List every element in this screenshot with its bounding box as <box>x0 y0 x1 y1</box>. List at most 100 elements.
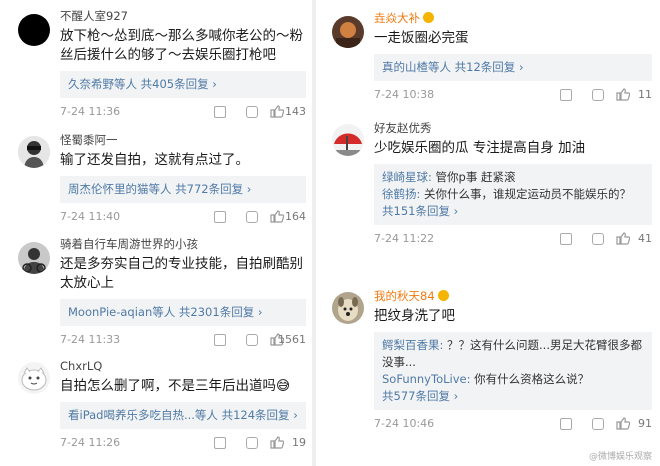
like-icon[interactable] <box>616 232 630 245</box>
like-count: 19 <box>292 436 306 449</box>
username[interactable]: 不醒人室927 <box>60 8 306 24</box>
username[interactable]: 骑着自行车周游世界的小孩 <box>60 236 306 252</box>
left-comment-column: 不醒人室927 放下枪～怂到底～那么多喊你老公的～粉丝后援什么的够了～去娱乐圈打… <box>8 0 308 466</box>
reply-summary[interactable]: 久奈希野等人 共405条回复 › <box>60 71 306 98</box>
share-icon[interactable] <box>560 89 572 101</box>
reply-user[interactable]: 鳄梨百香果: <box>382 338 443 352</box>
reply-icon[interactable] <box>246 106 258 118</box>
vip-badge-icon <box>423 12 434 23</box>
comment-text: 放下枪～怂到底～那么多喊你老公的～粉丝后援什么的够了～去娱乐圈打枪吧 <box>60 28 303 63</box>
reply-count-link[interactable]: 共577条回复 <box>382 389 450 403</box>
reply-summary-users[interactable]: 真的山楂等人 <box>382 60 451 74</box>
username[interactable]: ChxrLQ <box>60 358 306 374</box>
username-text[interactable]: 垚焱大补 <box>374 11 420 25</box>
reply-icon[interactable] <box>592 418 604 430</box>
avatar[interactable] <box>332 16 364 48</box>
avatar[interactable] <box>332 292 364 324</box>
reply-summary[interactable]: 真的山楂等人 共12条回复 › <box>374 54 652 81</box>
reply-summary[interactable]: 共151条回复 › <box>382 203 644 220</box>
reply-text: 管你p事 赶紧滚 <box>431 170 516 184</box>
chevron-right-icon: › <box>257 305 263 319</box>
reply-summary[interactable]: 看iPad喝养乐多吃自热...等人 共124条回复 › <box>60 402 306 429</box>
watermark: @微博娱乐观察 <box>588 452 652 462</box>
avatar[interactable] <box>18 242 50 274</box>
share-icon[interactable] <box>214 334 226 346</box>
like-icon[interactable] <box>616 88 630 101</box>
avatar[interactable] <box>18 362 50 394</box>
reply-item: SoFunnyToLive: 你有什么资格这么说？ <box>382 371 644 388</box>
reply-count-link[interactable]: 共124条回复 <box>222 408 290 422</box>
username[interactable]: 我的秋天84 <box>374 288 652 304</box>
reply-summary-users[interactable]: 久奈希野等人 <box>68 77 137 91</box>
chevron-right-icon: › <box>246 182 252 196</box>
reply-count-link[interactable]: 共151条回复 <box>382 204 450 218</box>
comment-time: 7-24 10:38 <box>374 88 435 101</box>
reply-text: 你有什么资格这么说？ <box>470 372 590 386</box>
comment-text: 一走饭圈必完蛋 <box>374 30 469 46</box>
reply-count-link[interactable]: 共772条回复 <box>175 182 243 196</box>
comment-time: 7-24 11:36 <box>60 105 121 118</box>
like-count: 164 <box>285 210 306 223</box>
reply-count-link[interactable]: 共2301条回复 <box>179 305 254 319</box>
reply-icon[interactable] <box>592 89 604 101</box>
comment-time: 7-24 11:40 <box>60 210 121 223</box>
reply-user[interactable]: 徐鹤扬: <box>382 187 420 201</box>
reply-user[interactable]: 绿崎星球: <box>382 170 432 184</box>
like-icon[interactable] <box>270 105 284 118</box>
reply-icon[interactable] <box>246 334 258 346</box>
username[interactable]: 好友赵优秀 <box>374 120 652 136</box>
comment-text: 把纹身洗了吧 <box>374 308 455 324</box>
chevron-right-icon: › <box>212 77 217 91</box>
reply-text: 关你什么事，谁规定运动员不能娱乐的？ <box>420 187 632 201</box>
like-count: 1561 <box>278 333 306 346</box>
reply-icon[interactable] <box>592 233 604 245</box>
reply-count-link[interactable]: 共405条回复 <box>141 77 209 91</box>
reply-summary[interactable]: 共577条回复 › <box>382 388 644 405</box>
reply-item: 鳄梨百香果: ？？这有什么问题...男足大花臂很多都没事... <box>382 337 644 371</box>
reply-icon[interactable] <box>246 211 258 223</box>
chevron-right-icon: › <box>453 204 459 218</box>
comment-time: 7-24 11:33 <box>60 333 121 346</box>
username[interactable]: 怪蜀黍阿一 <box>60 132 306 148</box>
comment-text: 自拍怎么删了啊，不是三年后出道吗😅 <box>60 378 291 394</box>
share-icon[interactable] <box>560 418 572 430</box>
like-count: 11 <box>638 88 652 101</box>
reply-summary-users[interactable]: 看iPad喝养乐多吃自热...等人 <box>68 408 218 422</box>
share-icon[interactable] <box>560 233 572 245</box>
share-icon[interactable] <box>214 106 226 118</box>
comment-text: 少吃娱乐圈的瓜 专注提高自身 加油 <box>374 140 586 156</box>
username-text[interactable]: 我的秋天84 <box>374 289 435 303</box>
reply-item: 徐鹤扬: 关你什么事，谁规定运动员不能娱乐的？ <box>382 186 644 203</box>
reply-summary[interactable]: MoonPie-aqian等人 共2301条回复 › <box>60 299 306 326</box>
comment-time: 7-24 11:22 <box>374 232 435 245</box>
reply-count-link[interactable]: 共12条回复 <box>455 60 516 74</box>
chevron-right-icon: › <box>293 408 298 422</box>
reply-thread: 绿崎星球: 管你p事 赶紧滚 徐鹤扬: 关你什么事，谁规定运动员不能娱乐的？ 共… <box>374 164 652 225</box>
share-icon[interactable] <box>214 437 226 449</box>
chevron-right-icon: › <box>453 389 459 403</box>
like-icon[interactable] <box>616 417 630 430</box>
like-count: 41 <box>638 232 652 245</box>
share-icon[interactable] <box>214 211 226 223</box>
comment-text: 还是多夯实自己的专业技能，自拍刷酷别太放心上 <box>60 256 303 291</box>
avatar[interactable] <box>18 14 50 46</box>
reply-icon[interactable] <box>246 437 258 449</box>
avatar[interactable] <box>332 124 364 156</box>
avatar[interactable] <box>18 136 50 168</box>
reply-user[interactable]: SoFunnyToLive: <box>382 372 470 386</box>
chevron-right-icon: › <box>518 60 524 74</box>
like-count: 143 <box>285 105 306 118</box>
comment-time: 7-24 10:46 <box>374 417 435 430</box>
reply-item: 绿崎星球: 管你p事 赶紧滚 <box>382 169 644 186</box>
comment-time: 7-24 11:26 <box>60 436 121 449</box>
like-icon[interactable] <box>270 436 284 449</box>
reply-summary[interactable]: 周杰伦怀里的猫等人 共772条回复 › <box>60 176 306 203</box>
username[interactable]: 垚焱大补 <box>374 10 652 26</box>
vip-badge-icon <box>437 290 449 301</box>
reply-summary-users[interactable]: 周杰伦怀里的猫等人 <box>68 182 172 196</box>
reply-thread: 鳄梨百香果: ？？这有什么问题...男足大花臂很多都没事... SoFunnyT… <box>374 332 652 410</box>
right-comment-column: 垚焱大补 一走饭圈必完蛋 真的山楂等人 共12条回复 › 7-24 10:38 … <box>322 0 654 466</box>
reply-summary-users[interactable]: MoonPie-aqian等人 <box>68 305 175 319</box>
comment-text: 输了还发自拍，这就有点过了。 <box>60 152 249 168</box>
like-icon[interactable] <box>270 210 284 223</box>
